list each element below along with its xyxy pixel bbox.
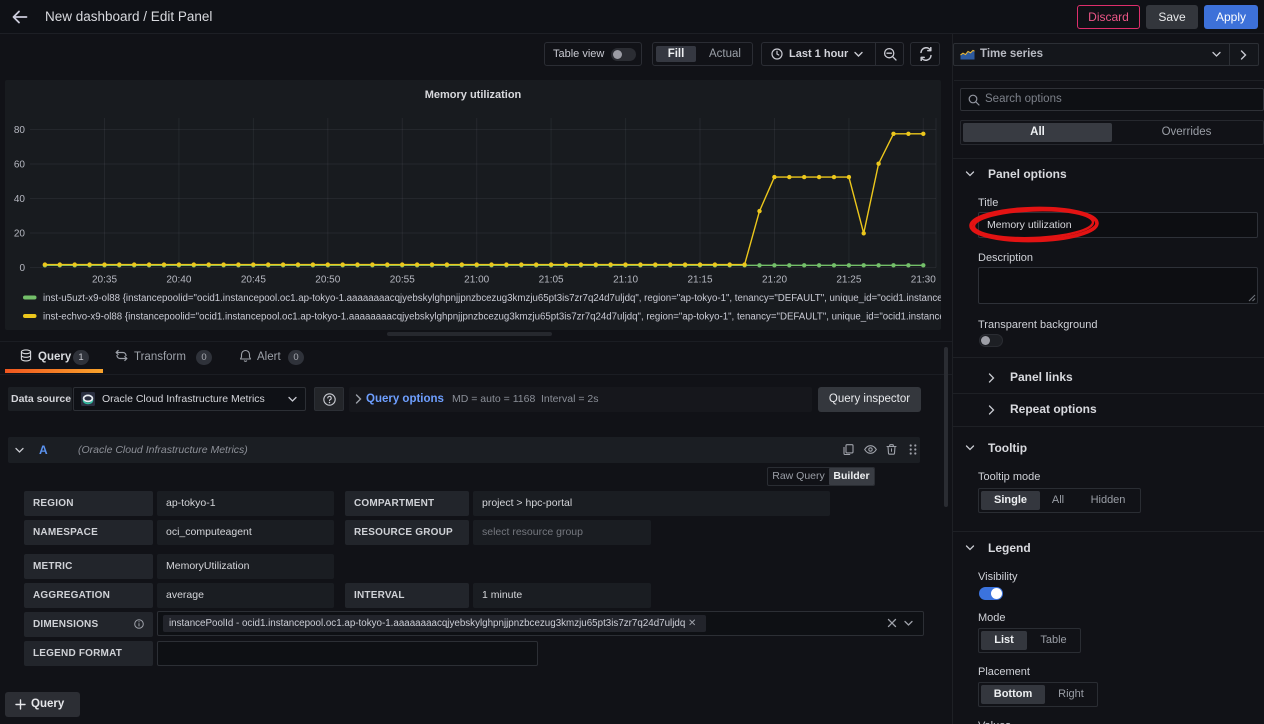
svg-text:21:15: 21:15 [687, 275, 712, 286]
svg-text:21:25: 21:25 [836, 275, 861, 286]
svg-text:80: 80 [14, 125, 26, 136]
svg-text:20:40: 20:40 [166, 275, 191, 286]
svg-text:21:30: 21:30 [911, 275, 936, 286]
svg-text:21:00: 21:00 [464, 275, 489, 286]
svg-text:inst-echvo-x9-ol88 {instancepo: inst-echvo-x9-ol88 {instancepoolid="ocid… [43, 312, 941, 323]
svg-text:21:20: 21:20 [762, 275, 787, 286]
svg-text:60: 60 [14, 160, 26, 171]
svg-text:20:35: 20:35 [92, 275, 117, 286]
svg-text:21:10: 21:10 [613, 275, 638, 286]
svg-text:Memory utilization: Memory utilization [425, 89, 522, 101]
svg-text:40: 40 [14, 194, 26, 205]
svg-text:0: 0 [19, 263, 25, 274]
svg-text:inst-u5uzt-x9-ol88 {instancepo: inst-u5uzt-x9-ol88 {instancepoolid="ocid… [43, 293, 941, 304]
svg-text:20:45: 20:45 [241, 275, 266, 286]
svg-text:20: 20 [14, 229, 26, 240]
svg-text:20:50: 20:50 [315, 275, 340, 286]
svg-text:21:05: 21:05 [539, 275, 564, 286]
svg-text:20:55: 20:55 [390, 275, 415, 286]
